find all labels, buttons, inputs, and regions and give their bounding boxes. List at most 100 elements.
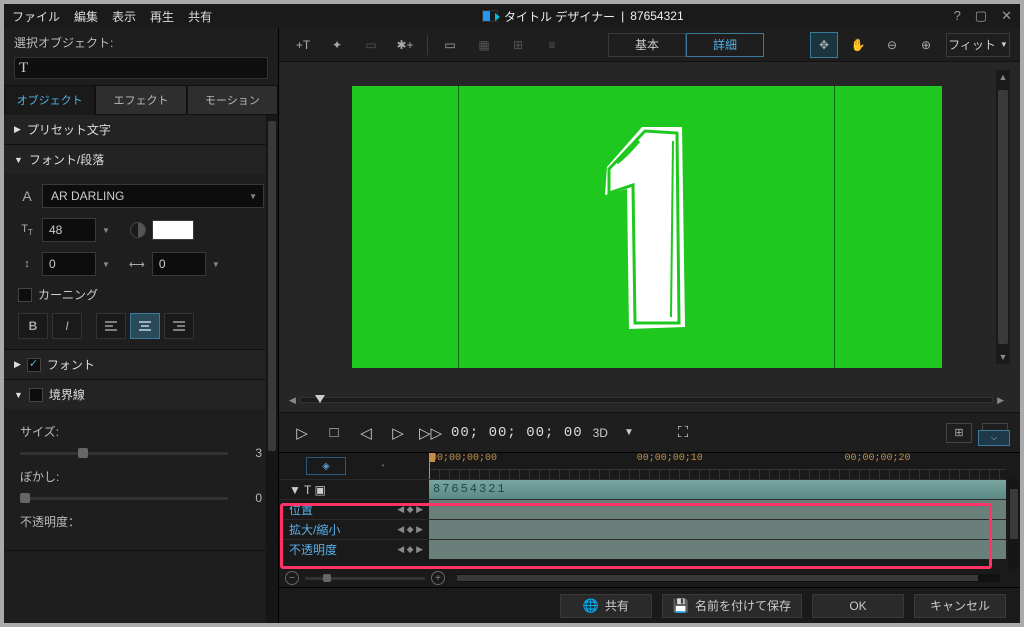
zoom-out-icon[interactable]: ⊖ xyxy=(878,32,906,58)
ok-button[interactable]: OK xyxy=(812,594,904,618)
save-as-button[interactable]: 💾名前を付けて保存 xyxy=(662,594,802,618)
font-size-input[interactable]: 48 xyxy=(42,218,96,242)
add-effect-icon[interactable]: ✱+ xyxy=(391,32,419,58)
panel-scrollbar[interactable] xyxy=(266,115,278,623)
align-icon[interactable]: ≡ xyxy=(538,32,566,58)
tl-zoom-in-icon[interactable]: + xyxy=(431,571,445,585)
line-height-icon: ↕ xyxy=(18,258,36,270)
fast-forward-icon[interactable]: ▷▷ xyxy=(419,424,441,442)
fullscreen-icon[interactable]: ⛶ xyxy=(672,424,694,441)
collapse-toggle[interactable]: ⌵ xyxy=(978,430,1010,446)
tab-effect[interactable]: エフェクト xyxy=(95,85,186,115)
menu-play[interactable]: 再生 xyxy=(150,8,174,25)
border-blur-value: 0 xyxy=(238,491,262,505)
globe-icon: 🌐 xyxy=(583,598,599,614)
menu-edit[interactable]: 編集 xyxy=(74,8,98,25)
timeline-track-opacity[interactable]: 不透明度◀ ◆ ▶ xyxy=(279,539,1006,559)
grid-view-icon[interactable]: ⊞ xyxy=(946,423,972,443)
border-blur-slider[interactable] xyxy=(20,497,228,500)
keyframe-mode-diamond[interactable]: ◈ xyxy=(306,457,346,475)
menu-share[interactable]: 共有 xyxy=(188,8,212,25)
hscroll-right-icon[interactable]: ▶ xyxy=(997,395,1004,406)
mode-advanced-button[interactable]: 詳細 xyxy=(686,33,764,57)
grid-icon[interactable]: ▦ xyxy=(470,32,498,58)
keyframe-nav[interactable]: ◀ ◆ ▶ xyxy=(397,524,423,535)
section-font-paragraph[interactable]: ▼フォント/段落 xyxy=(4,145,278,174)
timeline-track-position[interactable]: 位置◀ ◆ ▶ xyxy=(279,499,1006,519)
properties-panel: 選択オブジェクト: T オブジェクト エフェクト モーション ▶プリセット文字 … xyxy=(4,28,279,623)
zoom-in-icon[interactable]: ⊕ xyxy=(912,32,940,58)
hand-tool-icon[interactable]: ✋ xyxy=(844,32,872,58)
menu-view[interactable]: 表示 xyxy=(112,8,136,25)
timeline-ruler[interactable]: 00;00;00;00 00;00;00;10 00;00;00;20 xyxy=(429,453,1006,479)
preview-area: ▲ ▼ ◀ ▶ ⌵ xyxy=(279,62,1020,412)
cancel-button[interactable]: キャンセル xyxy=(914,594,1006,618)
snap-icon[interactable]: ⊞ xyxy=(504,32,532,58)
keyframe-mode-clock[interactable]: ◔ xyxy=(362,457,402,475)
tracking-input[interactable]: 0 xyxy=(152,252,206,276)
add-particle-icon[interactable]: ✦ xyxy=(323,32,351,58)
title-text-object[interactable] xyxy=(567,107,727,347)
keyframe-nav[interactable]: ◀ ◆ ▶ xyxy=(397,504,423,515)
section-border[interactable]: ▼境界線 xyxy=(4,380,278,409)
align-left-button[interactable] xyxy=(96,313,126,339)
border-size-value: 3 xyxy=(238,446,262,460)
app-title: タイトル デザイナー | 87654321 xyxy=(226,8,939,25)
prev-frame-icon[interactable]: ◁ xyxy=(355,424,377,442)
section-preset[interactable]: ▶プリセット文字 xyxy=(4,115,278,144)
timeline-track-title[interactable]: ▼ T ▣ 87654321 xyxy=(279,479,1006,499)
tl-zoom-out-icon[interactable]: − xyxy=(285,571,299,585)
keyframe-nav[interactable]: ◀ ◆ ▶ xyxy=(397,544,423,555)
mode-basic-button[interactable]: 基本 xyxy=(608,33,686,57)
border-blur-label: ぼかし: xyxy=(20,468,262,485)
move-tool-icon[interactable]: ✥ xyxy=(810,32,838,58)
line-height-input[interactable]: 0 xyxy=(42,252,96,276)
zoom-fit-select[interactable]: フィット▼ xyxy=(946,33,1010,57)
font-enable-checkbox[interactable] xyxy=(27,358,41,372)
font-family-icon: A xyxy=(18,188,36,204)
play-icon[interactable]: ▷ xyxy=(291,424,313,442)
border-enable-checkbox[interactable] xyxy=(29,388,43,402)
safe-zone-icon[interactable]: ▭ xyxy=(436,32,464,58)
tab-object[interactable]: オブジェクト xyxy=(4,85,95,115)
timeline-track-scale[interactable]: 拡大/縮小◀ ◆ ▶ xyxy=(279,519,1006,539)
close-icon[interactable]: ✕ xyxy=(1001,8,1012,24)
tracking-icon: ⟷ xyxy=(128,258,146,271)
next-frame-icon[interactable]: ▷ xyxy=(387,424,409,442)
tl-vscrollbar[interactable] xyxy=(1008,479,1020,569)
add-text-icon[interactable]: +T xyxy=(289,32,317,58)
font-color-swatch[interactable] xyxy=(152,220,194,240)
timecode-display[interactable]: 00; 00; 00; 00 xyxy=(451,425,583,441)
preview-hscrollbar[interactable] xyxy=(300,397,993,403)
menu-file[interactable]: ファイル xyxy=(12,8,60,25)
toolbar: +T ✦ ▭ ✱+ ▭ ▦ ⊞ ≡ 基本 詳細 ✥ ✋ ⊖ ⊕ フィット▼ xyxy=(279,28,1020,62)
kerning-label: カーニング xyxy=(38,286,98,303)
titlebar: ファイル 編集 表示 再生 共有 タイトル デザイナー | 87654321 ?… xyxy=(4,4,1020,28)
italic-button[interactable]: I xyxy=(52,313,82,339)
selection-box[interactable]: T xyxy=(14,57,268,79)
font-size-icon: TT xyxy=(18,223,36,237)
kerning-checkbox[interactable] xyxy=(18,288,32,302)
footer: 🌐共有 💾名前を付けて保存 OK キャンセル xyxy=(279,587,1020,623)
tab-motion[interactable]: モーション xyxy=(187,85,278,115)
add-image-icon[interactable]: ▭ xyxy=(357,32,385,58)
bold-button[interactable]: B xyxy=(18,313,48,339)
help-icon[interactable]: ? xyxy=(954,8,961,24)
timeline-playhead[interactable] xyxy=(429,453,430,479)
tl-zoom-slider[interactable] xyxy=(305,577,425,580)
share-button[interactable]: 🌐共有 xyxy=(560,594,652,618)
color-mode-icon[interactable] xyxy=(130,222,146,238)
preview-vscrollbar[interactable]: ▲ ▼ xyxy=(996,70,1010,364)
hscroll-left-icon[interactable]: ◀ xyxy=(289,395,296,406)
section-font[interactable]: ▶フォント xyxy=(4,350,278,379)
preview-canvas[interactable]: ▲ ▼ xyxy=(283,66,1010,388)
stop-icon[interactable]: □ xyxy=(323,424,345,441)
3d-chevron-icon[interactable]: ▼ xyxy=(618,427,640,438)
align-right-button[interactable] xyxy=(164,313,194,339)
font-family-select[interactable]: AR DARLING▼ xyxy=(42,184,264,208)
maximize-icon[interactable]: ▢ xyxy=(975,8,987,24)
playback-bar: ▷ □ ◁ ▷ ▷▷ 00; 00; 00; 00 3D ▼ ⛶ ⊞ ▭ xyxy=(279,412,1020,452)
tl-hscrollbar[interactable] xyxy=(457,574,1000,582)
border-size-slider[interactable] xyxy=(20,452,228,455)
align-center-button[interactable] xyxy=(130,313,160,339)
